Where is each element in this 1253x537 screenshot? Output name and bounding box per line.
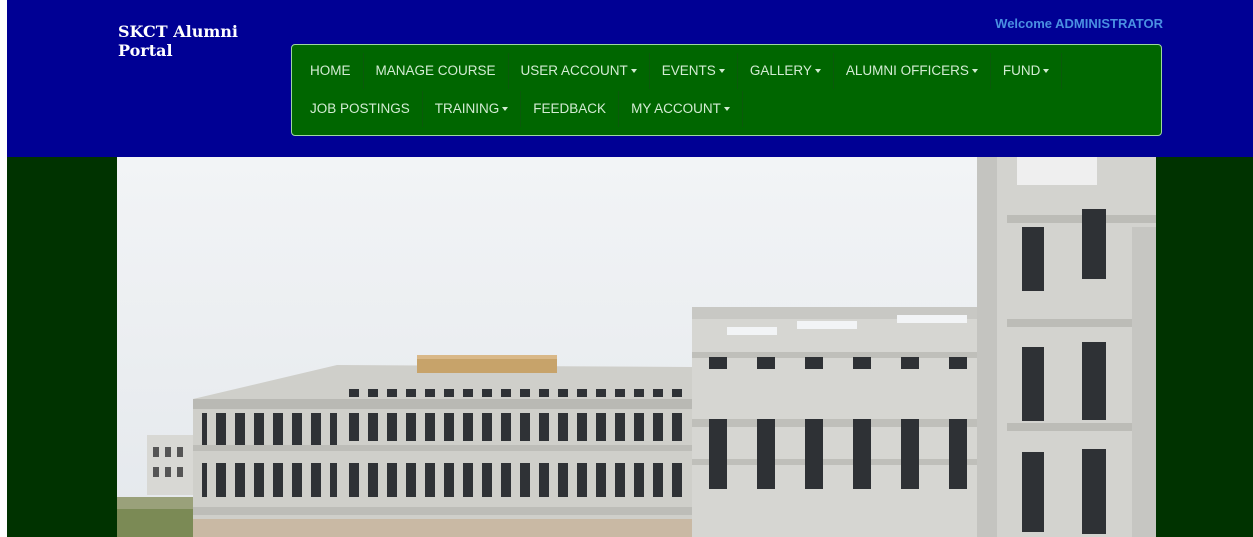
welcome-message: Welcome ADMINISTRATOR — [995, 16, 1163, 31]
nav-item-label: JOB POSTINGS — [310, 101, 410, 116]
nav-item-fund[interactable]: FUND — [991, 53, 1063, 89]
nav-item-label: ALUMNI OFFICERS — [845, 63, 969, 78]
nav-item-manage-course[interactable]: MANAGE COURSE — [364, 53, 509, 89]
caret-down-icon — [1043, 69, 1050, 74]
hero-section — [7, 157, 1253, 537]
nav-item-job-postings[interactable]: JOB POSTINGS — [298, 91, 423, 127]
caret-down-icon — [971, 69, 978, 74]
nav-item-label: USER ACCOUNT — [520, 63, 628, 78]
nav-item-feedback[interactable]: FEEDBACK — [521, 91, 620, 127]
brand-line-1: SKCT Alumni — [118, 22, 239, 41]
brand-line-2: Portal — [118, 41, 173, 60]
nav-item-label: TRAINING — [434, 101, 500, 116]
nav-item-label: EVENTS — [661, 63, 716, 78]
nav-item-gallery[interactable]: GALLERY — [738, 53, 834, 89]
nav-row-1: HOME MANAGE COURSE USER ACCOUNT EVENTS G… — [298, 53, 1063, 89]
caret-down-icon — [723, 107, 730, 112]
nav-item-label: MANAGE COURSE — [375, 63, 496, 78]
main-navigation: HOME MANAGE COURSE USER ACCOUNT EVENTS G… — [291, 44, 1162, 136]
nav-item-alumni-officers[interactable]: ALUMNI OFFICERS — [834, 53, 991, 89]
nav-item-label: FEEDBACK — [533, 101, 607, 116]
nav-item-user-account[interactable]: USER ACCOUNT — [509, 53, 650, 89]
caret-down-icon — [502, 107, 509, 112]
nav-row-2: JOB POSTINGS TRAINING FEEDBACK MY ACCOUN… — [298, 91, 743, 127]
nav-item-my-account[interactable]: MY ACCOUNT — [619, 91, 743, 127]
site-logo[interactable]: SKCT Alumni Portal — [118, 22, 278, 60]
page-margin — [0, 0, 7, 537]
nav-item-training[interactable]: TRAINING — [423, 91, 522, 127]
caret-down-icon — [718, 69, 725, 74]
campus-building-photo — [117, 157, 1156, 537]
caret-down-icon — [630, 69, 637, 74]
site-header: SKCT Alumni Portal Welcome ADMINISTRATOR… — [7, 0, 1253, 157]
nav-item-label: FUND — [1002, 63, 1041, 78]
nav-item-label: MY ACCOUNT — [631, 101, 721, 116]
nav-item-events[interactable]: EVENTS — [650, 53, 738, 89]
caret-down-icon — [814, 69, 821, 74]
nav-item-label: HOME — [310, 63, 351, 78]
campus-building-illustration — [117, 157, 1156, 537]
nav-item-label: GALLERY — [749, 63, 812, 78]
nav-item-home[interactable]: HOME — [298, 53, 364, 89]
